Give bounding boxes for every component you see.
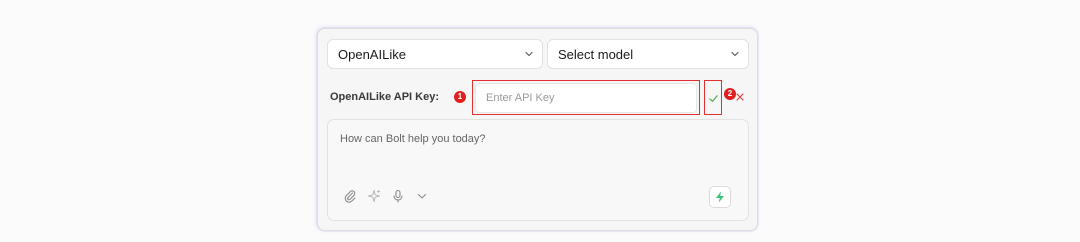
send-button[interactable]	[709, 186, 731, 208]
chevron-down-icon	[731, 51, 739, 57]
provider-select-value: OpenAILike	[338, 46, 406, 62]
chevron-down-icon	[525, 51, 533, 57]
close-icon	[736, 93, 744, 101]
enhance-prompt-button[interactable]	[366, 188, 382, 204]
chevron-down-icon	[417, 193, 427, 199]
attach-file-button[interactable]	[342, 188, 358, 204]
model-select-value: Select model	[558, 46, 634, 62]
chat-input-box[interactable]: How can Bolt help you today?	[327, 119, 749, 221]
sparkle-icon	[368, 190, 380, 202]
chat-settings-panel: OpenAILike Select model OpenAILike API K…	[317, 28, 758, 231]
cancel-api-key-button[interactable]	[735, 92, 745, 102]
lightning-icon	[716, 191, 724, 203]
model-select[interactable]: Select model	[547, 39, 749, 69]
provider-select[interactable]: OpenAILike	[327, 39, 543, 69]
api-key-label: OpenAILike API Key:	[330, 91, 440, 103]
confirm-api-key-button[interactable]	[706, 91, 720, 105]
microphone-icon	[393, 189, 403, 203]
annotation-badge-1: 1	[454, 91, 466, 103]
voice-input-button[interactable]	[390, 188, 406, 204]
chat-input-placeholder: How can Bolt help you today?	[340, 133, 486, 145]
more-options-button[interactable]	[414, 188, 430, 204]
check-icon	[708, 94, 718, 102]
paperclip-icon	[344, 190, 356, 203]
api-key-input[interactable]	[475, 83, 697, 113]
